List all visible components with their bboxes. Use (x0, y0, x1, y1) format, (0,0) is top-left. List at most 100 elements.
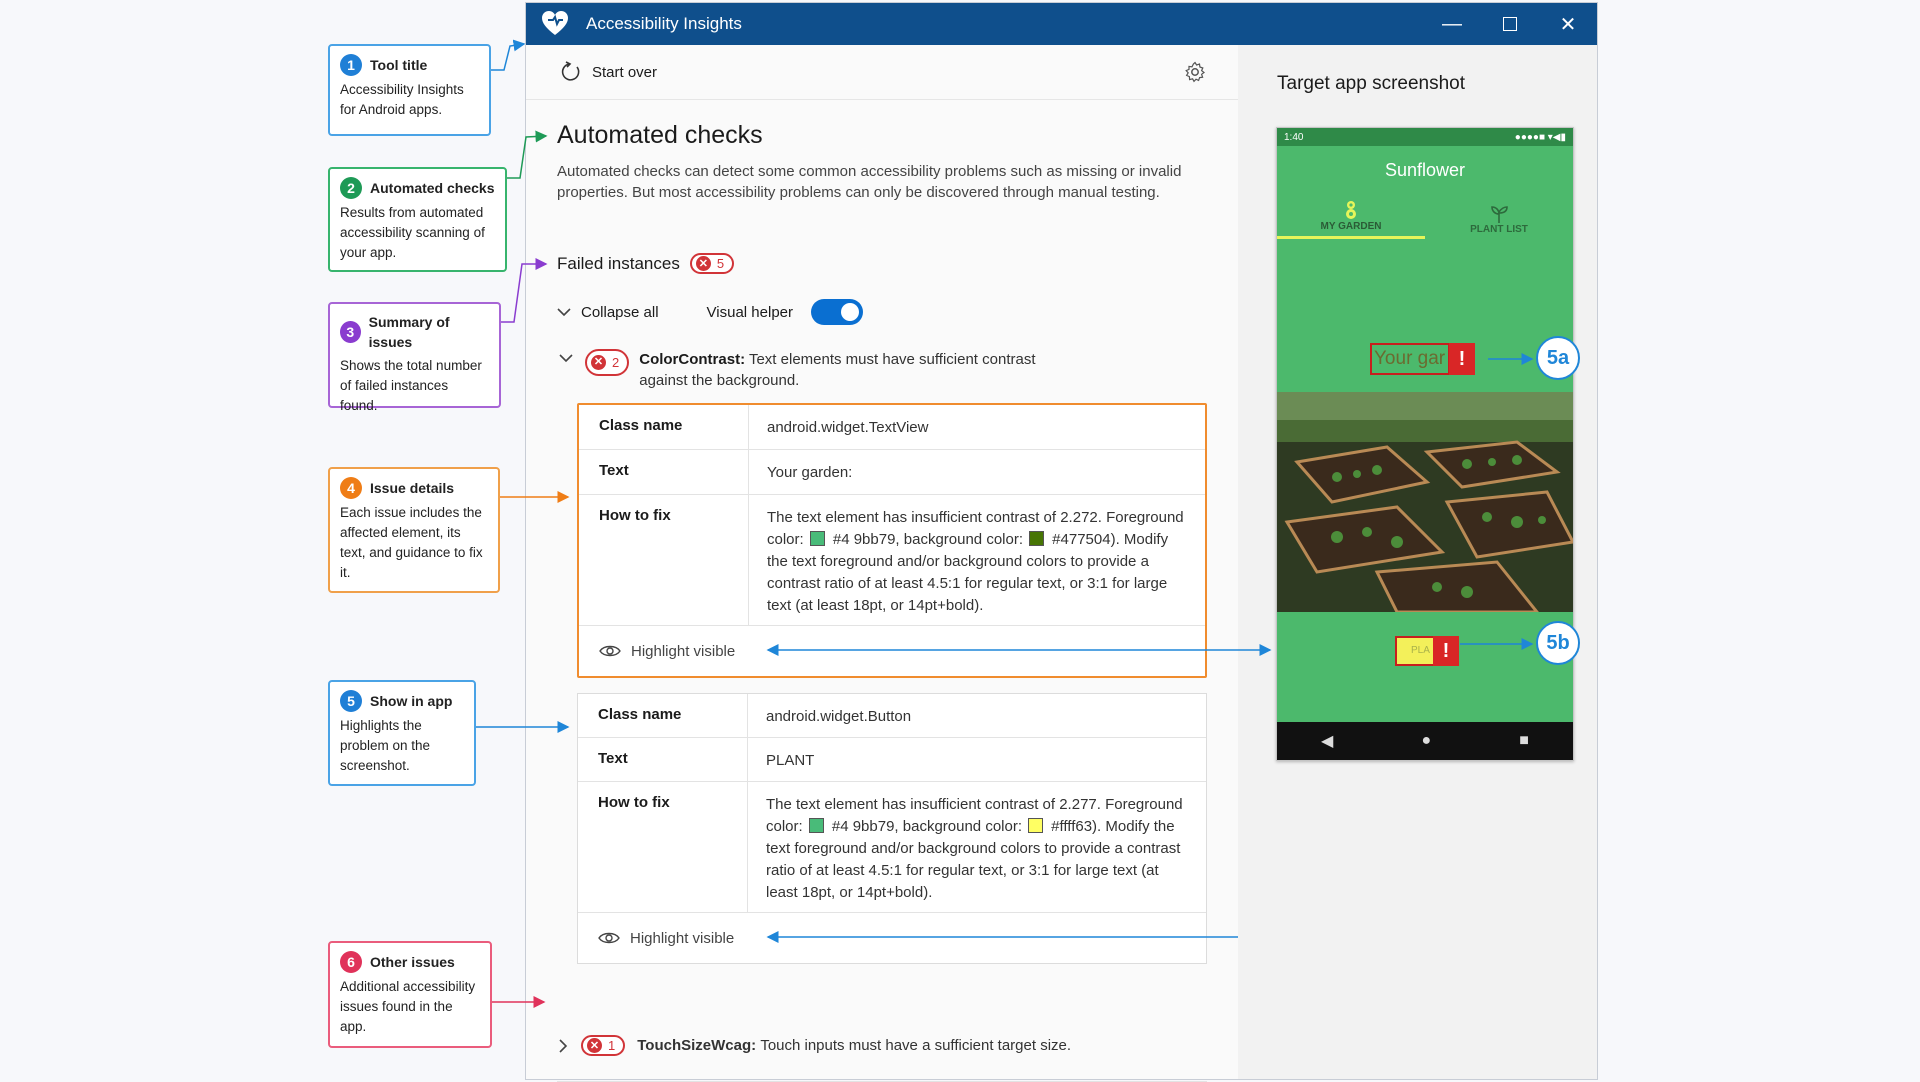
eye-icon (599, 645, 621, 657)
toggle-knob (841, 303, 859, 321)
how-to-fix-row: How to fix The text element has insuffic… (579, 495, 1205, 626)
text-key: Text (578, 738, 748, 781)
callout-title: Summary of issues (368, 314, 450, 350)
tab-plant-list-label: PLANT LIST (1470, 224, 1528, 235)
results-controls: Collapse all Visual helper (557, 299, 863, 325)
error-icon: ✕ (591, 355, 606, 370)
minimize-button[interactable]: — (1423, 3, 1481, 45)
error-icon: ✕ (695, 256, 711, 271)
phone-screenshot[interactable]: 1:40 ●●●●■ ▾◀▮ Sunflower MY GARDEN PLANT… (1276, 127, 1574, 761)
rule-description: Touch inputs must have a sufficient targ… (760, 1037, 1072, 1054)
android-nav-bar: ◀ ● ■ (1277, 722, 1573, 760)
callout-number: 4 (340, 477, 362, 499)
error-icon: ✕ (587, 1038, 602, 1053)
foreground-swatch (808, 818, 824, 833)
command-bar: Start over (526, 45, 1238, 100)
collapse-all-button[interactable]: Collapse all (557, 304, 659, 321)
rule-count-badge: ✕ 1 (581, 1035, 626, 1056)
page-description: Automated checks can detect some common … (557, 163, 1182, 201)
tab-my-garden-label: MY GARDEN (1320, 221, 1382, 232)
callout-title: Tool title (370, 57, 428, 73)
start-over-button[interactable]: Start over (560, 61, 657, 83)
visual-helper-label: Visual helper (706, 303, 793, 321)
chevron-down-icon (557, 308, 571, 317)
chevron-right-icon (559, 1038, 568, 1053)
recents-icon[interactable]: ■ (1519, 732, 1529, 750)
class-name-value: android.widget.Button (766, 708, 912, 725)
text-value: PLANT (766, 752, 815, 769)
garden-photo (1277, 392, 1573, 612)
home-icon[interactable]: ● (1421, 732, 1431, 750)
text-row: Text PLANT (578, 738, 1206, 782)
rule-touchsize[interactable]: ✕ 1 TouchSizeWcag: Touch inputs must have… (557, 1035, 1071, 1056)
phone-tabs: MY GARDEN PLANT LIST (1277, 191, 1573, 239)
sprout-icon (1491, 206, 1508, 223)
close-button[interactable]: ✕ (1539, 3, 1597, 45)
instance-card-selected[interactable]: Class name android.widget.TextView Text … (577, 403, 1207, 678)
callout-number: 1 (340, 54, 362, 76)
background-swatch (1028, 818, 1044, 833)
refresh-icon (561, 61, 580, 81)
callout-summary: 3 Summary of issues Shows the total numbe… (328, 302, 501, 413)
class-name-row: Class name android.widget.Button (578, 694, 1206, 738)
callout-number: 2 (340, 177, 362, 199)
status-icons: ●●●●■ ▾◀▮ (1514, 131, 1566, 143)
callout-tool-title: 1 Tool title Accessibility Insights for A… (328, 44, 491, 136)
class-name-key: Class name (578, 694, 748, 737)
failed-instances-header: Failed instances ✕ 5 (557, 253, 735, 274)
how-to-fix-row: How to fix The text element has insuffic… (578, 782, 1206, 913)
highlighted-textview: Your gar (1370, 343, 1450, 375)
class-name-value: android.widget.TextView (767, 419, 929, 436)
back-icon[interactable]: ◀ (1321, 731, 1333, 751)
how-to-fix-value: The text element has insufficient contra… (749, 495, 1205, 625)
warning-icon: ! (1433, 636, 1459, 666)
fix-foreground: #4 9bb79, background color: (831, 818, 1022, 835)
text-key: Text (579, 450, 749, 494)
callout-automated-checks: 2 Automated checks Results from automated… (328, 167, 507, 272)
how-to-fix-value: The text element has insufficient contra… (748, 782, 1206, 912)
start-over-label: Start over (592, 63, 658, 81)
rule-count-badge: ✕ 2 (585, 349, 630, 376)
failed-count-badge: ✕ 5 (689, 253, 735, 274)
how-to-fix-key: How to fix (578, 782, 748, 912)
tab-my-garden[interactable]: MY GARDEN (1277, 191, 1425, 239)
callout-number: 5 (340, 690, 362, 712)
callout-body: Accessibility Insights for Android apps. (340, 82, 464, 117)
instance-card[interactable]: Class name android.widget.Button Text PL… (577, 693, 1207, 964)
callout-body: Additional accessibility issues found in… (340, 979, 476, 1034)
callout-body: Shows the total number of failed instanc… (340, 358, 482, 413)
page-title: Automated checks (557, 121, 763, 149)
highlight-visible-button[interactable]: Highlight visible (579, 626, 1205, 676)
class-name-row: Class name android.widget.TextView (579, 405, 1205, 450)
status-bar: 1:40 ●●●●■ ▾◀▮ (1277, 128, 1573, 146)
tab-plant-list[interactable]: PLANT LIST (1425, 191, 1573, 239)
marker-5a: 5a (1536, 336, 1580, 380)
gear-icon[interactable] (1184, 61, 1206, 83)
maximize-button[interactable] (1481, 3, 1539, 45)
marker-5b: 5b (1536, 621, 1580, 665)
results-pane: Start over Automated checks Automated ch… (526, 45, 1239, 1082)
callout-title: Show in app (370, 693, 453, 709)
collapse-all-label: Collapse all (581, 303, 659, 321)
rule-name: TouchSizeWcag: (637, 1037, 757, 1054)
visual-helper-toggle[interactable] (811, 299, 863, 325)
callout-body: Highlights the problem on the screenshot… (340, 718, 431, 773)
title-bar: Accessibility Insights — ✕ (526, 3, 1597, 45)
tutorial-stage: 1 Tool title Accessibility Insights for A… (0, 0, 1920, 1082)
rule-colorcontrast[interactable]: ✕ 2 ColorContrast: Text elements must hav… (557, 349, 1079, 391)
heart-logo-icon (542, 11, 568, 35)
highlight-visible-label: Highlight visible (631, 642, 736, 660)
flower-icon (1346, 201, 1356, 219)
highlight-visible-label: Highlight visible (630, 929, 735, 947)
rule-count: 2 (612, 355, 620, 370)
rule-count: 1 (608, 1038, 616, 1053)
rule-name: ColorContrast: (639, 351, 746, 368)
screenshot-label: Target app screenshot (1277, 73, 1466, 94)
text-value: Your garden: (767, 464, 853, 481)
fix-foreground: #4 9bb79, background color: (832, 531, 1023, 548)
highlight-visible-button[interactable]: Highlight visible (578, 913, 1206, 963)
eye-icon (598, 932, 620, 944)
chevron-down-icon (559, 354, 573, 363)
callout-title: Issue details (370, 480, 455, 496)
text-row: Text Your garden: (579, 450, 1205, 495)
